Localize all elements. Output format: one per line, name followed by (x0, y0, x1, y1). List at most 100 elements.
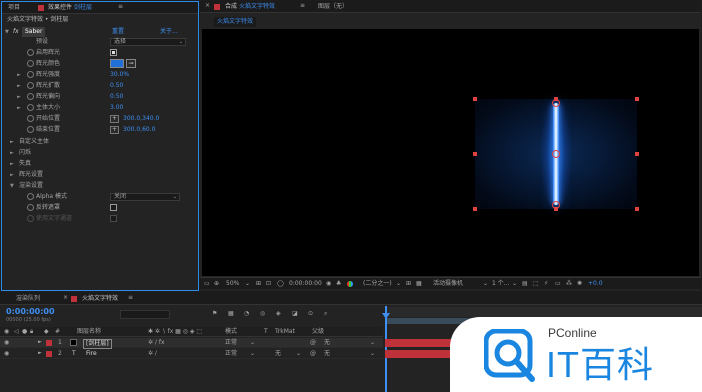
resolution-select[interactable]: (二分之一) (363, 281, 392, 287)
group-flicker[interactable]: ► 闪烁 (2, 148, 198, 158)
layer-row[interactable]: ◉ ► 2 T Fire ✲ ∕ 正常 ⌄ 无 ⌄ @ 无 ⌄ (0, 349, 383, 359)
menu-icon[interactable]: ≡ (300, 3, 305, 9)
col-parent[interactable]: 父级 (312, 329, 324, 335)
transform-handle[interactable] (554, 97, 558, 101)
chevron-down-icon[interactable]: ⌄ (245, 281, 250, 287)
chevron-down-icon[interactable]: ⌄ (296, 351, 301, 357)
chevron-right-icon[interactable]: ► (10, 139, 14, 145)
stopwatch-icon[interactable] (27, 49, 34, 56)
stopwatch-icon[interactable] (27, 193, 34, 200)
search-icon[interactable]: ⌕ (324, 311, 327, 317)
timeline-icon[interactable]: ▭ (555, 281, 561, 287)
chevron-right-icon[interactable]: ► (17, 94, 21, 100)
glow-spread-value[interactable]: 0.50 (110, 83, 123, 89)
time-ruler[interactable] (385, 307, 702, 317)
reset-link[interactable]: 重置 (112, 29, 124, 35)
chevron-down-icon[interactable]: ⌄ (370, 351, 375, 357)
chevron-down-icon[interactable]: ⌄ (396, 281, 401, 287)
alpha-mode-dropdown[interactable]: 关闭 ⌄ (110, 193, 180, 201)
chevron-down-icon[interactable]: ⌄ (483, 281, 488, 287)
transform-handle[interactable] (473, 97, 477, 101)
col-t[interactable]: T (264, 329, 268, 335)
chevron-right-icon[interactable]: ► (10, 172, 14, 178)
chevron-right-icon[interactable]: ► (38, 351, 42, 356)
composition-frame[interactable] (473, 97, 639, 211)
end-position-value[interactable]: 300.0,60.0 (123, 127, 155, 133)
layer-trkmat[interactable]: 无 (275, 351, 281, 357)
layer-name[interactable]: Fire (86, 351, 97, 357)
timeline-timecode[interactable]: 0:00:00:00 (6, 308, 55, 316)
transform-handle[interactable] (635, 97, 639, 101)
col-mode[interactable]: 模式 (225, 329, 237, 335)
layer-mode[interactable]: 正常 (225, 340, 237, 346)
transform-handle[interactable] (635, 152, 639, 156)
tab-render-queue[interactable]: 渲染队列 (16, 296, 40, 302)
safe-area-icon[interactable]: ⊡ (266, 281, 271, 287)
stopwatch-icon[interactable] (27, 60, 34, 67)
layer-color-label[interactable] (46, 351, 52, 357)
comp-timecode[interactable]: 0:00:00:00 (289, 281, 322, 287)
lock-icon[interactable]: ◪ (292, 311, 298, 317)
eye-icon[interactable]: ◉ (4, 340, 9, 346)
layer-row[interactable]: ◉ ► 1 [剑柱层] ✲ ∕ fx 正常 ⌄ @ 无 ⌄ (0, 338, 383, 349)
stopwatch-icon[interactable] (27, 82, 34, 89)
transparency-grid-icon[interactable]: ▦ (416, 281, 422, 287)
solo-icon[interactable]: ● (22, 329, 27, 335)
pickwhip-icon[interactable]: @ (310, 340, 316, 346)
chevron-down-icon[interactable]: ⌄ (512, 281, 517, 287)
chevron-right-icon[interactable]: ► (17, 72, 21, 78)
col-layer-name[interactable]: 图层名称 (77, 329, 101, 335)
tab-composition[interactable]: 合成 火焰文字特效 (225, 4, 275, 10)
layer-mode[interactable]: 正常 (225, 351, 237, 357)
label-icon[interactable]: ◆ (44, 329, 49, 335)
fx-icon[interactable]: fx (13, 29, 19, 35)
stopwatch-icon[interactable] (27, 71, 34, 78)
transform-handle[interactable] (554, 207, 558, 211)
color-channel-icon[interactable]: ♣ (336, 281, 341, 287)
enable-glow-checkbox[interactable] (110, 49, 117, 56)
close-icon[interactable]: × (63, 295, 68, 301)
roi-icon[interactable]: ⊞ (406, 281, 411, 287)
tab-effect-controls[interactable]: 效果控件 剑柱层 (48, 5, 92, 11)
grid-icon[interactable]: ⊞ (256, 281, 261, 287)
layout-icon[interactable]: ▤ (522, 281, 528, 287)
comp-sub-tab[interactable]: 火焰文字特效 (214, 17, 257, 27)
audio-icon[interactable]: ◁ (14, 329, 19, 335)
eye-icon[interactable]: ◉ (4, 329, 9, 335)
exposure-value[interactable]: +0.0 (588, 281, 603, 287)
transform-handle[interactable] (473, 207, 477, 211)
tab-layer[interactable]: 图层（无） (318, 4, 348, 10)
core-size-value[interactable]: 3.00 (110, 105, 123, 111)
anchor-handle[interactable] (552, 150, 560, 158)
flowchart-icon[interactable]: ⁂ (566, 281, 572, 287)
mask-icon[interactable]: ◯ (277, 281, 284, 287)
stopwatch-icon[interactable] (27, 204, 34, 211)
layer-color-label[interactable] (46, 340, 52, 346)
crosshair-icon[interactable]: + (110, 126, 119, 134)
shy-icon[interactable]: ⚑ (212, 311, 217, 317)
preset-dropdown[interactable]: 选择 ⌄ (110, 38, 186, 46)
layer-name[interactable]: [剑柱层] (83, 339, 112, 349)
stopwatch-icon[interactable] (27, 115, 34, 122)
exposure-icon[interactable]: ✺ (577, 281, 582, 287)
chevron-right-icon[interactable]: ► (38, 340, 42, 345)
layer-parent[interactable]: 无 (324, 340, 330, 346)
chevron-down-icon[interactable]: ⌄ (250, 340, 255, 346)
stopwatch-icon[interactable] (27, 104, 34, 111)
chevron-down-icon[interactable]: ▼ (5, 29, 9, 35)
chevron-right-icon[interactable]: ► (10, 161, 14, 167)
stopwatch-icon[interactable] (27, 93, 34, 100)
crosshair-icon[interactable]: + (110, 115, 119, 123)
rgb-channel-icon[interactable] (347, 281, 353, 287)
keyframe-icon[interactable]: ◈ (276, 311, 281, 317)
3d-icon[interactable]: ⬚ (533, 281, 539, 287)
layer-switches[interactable]: ✲ ∕ fx (148, 340, 165, 346)
chevron-down-icon[interactable]: ▼ (10, 183, 14, 189)
about-link[interactable]: 关于... (160, 29, 178, 35)
group-distortion[interactable]: ► 失真 (2, 159, 198, 169)
timeline-search-input[interactable] (120, 310, 170, 319)
start-position-value[interactable]: 300.0,340.0 (123, 116, 159, 122)
menu-icon[interactable]: ≡ (118, 4, 123, 10)
motion-blur-icon[interactable]: ◔ (244, 311, 249, 317)
stopwatch-icon[interactable] (27, 126, 34, 133)
